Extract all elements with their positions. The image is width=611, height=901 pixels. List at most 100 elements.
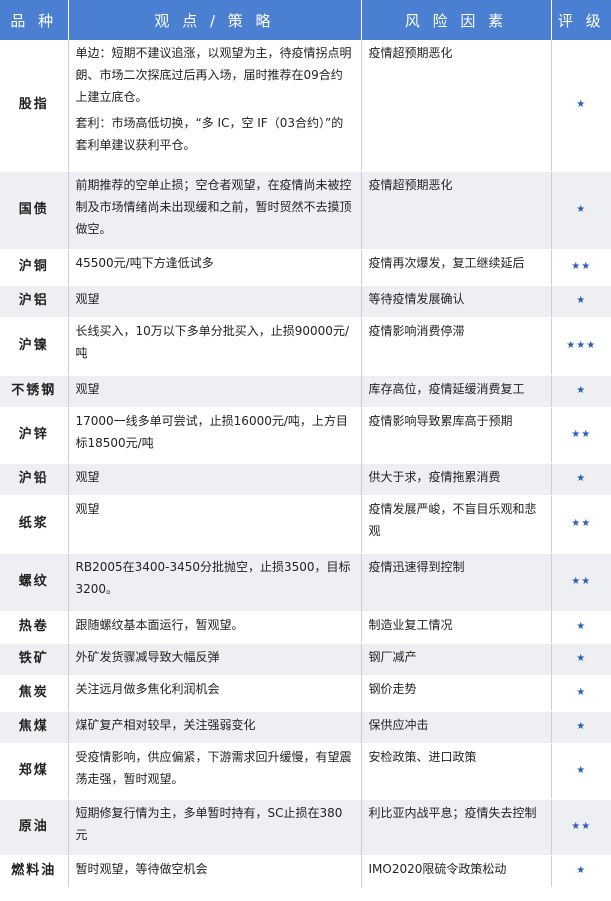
variety-name: 沪铅 xyxy=(0,463,69,496)
rating-stars: ★ xyxy=(551,743,611,800)
table-row: 燃料油 暂时观望，等待做空机会 IMO2020限硫令政策松动 ★ xyxy=(0,855,611,888)
rating-stars: ★★ xyxy=(551,407,611,464)
variety-name: 螺纹 xyxy=(0,553,69,612)
variety-name: 热卷 xyxy=(0,611,69,644)
strategy-text: 套利：市场高低切换，“多 IC，空 IF（03合约）”的套利单建议获利平仓。 xyxy=(75,116,344,152)
table-row: 郑煤 受疫情影响，供应偏紧，下游需求回升缓慢，有望震荡走强，暂时观望。 安检政策、进… xyxy=(0,743,611,800)
risk-text: IMO2020限硫令政策松动 xyxy=(361,855,552,888)
strategy-text: 煤矿复产相对较早，关注强弱变化 xyxy=(75,717,256,732)
rating-stars: ★ xyxy=(551,375,611,408)
risk-text: 疫情再次爆发，复工继续延后 xyxy=(361,249,552,286)
rating-stars: ★ xyxy=(551,40,611,172)
risk-text: 库存高位，疫情延缓消费复工 xyxy=(361,375,552,408)
table-row: 股指 单边：短期不建议追涨，以观望为主，待疫情拐点明朗、市场二次探底过后再入场，届… xyxy=(0,40,611,172)
variety-name: 沪锌 xyxy=(0,407,69,464)
header-strategy: 观 点 / 策 略 xyxy=(68,0,362,40)
variety-name: 郑煤 xyxy=(0,743,69,800)
strategy-cell: 受疫情影响，供应偏紧，下游需求回升缓慢，有望震荡走强，暂时观望。 xyxy=(68,743,362,800)
header-row: 品 种 观 点 / 策 略 风 险 因 素 评 级 xyxy=(0,0,611,40)
rating-stars: ★ xyxy=(551,285,611,318)
strategy-cell: 长线买入，10万以下多单分批买入，止损90000元/吨 xyxy=(68,317,362,376)
strategy-cell: RB2005在3400-3450分批抛空，止损3500，目标3200。 xyxy=(68,553,362,612)
rating-stars: ★ xyxy=(551,675,611,712)
strategy-text: RB2005在3400-3450分批抛空，止损3500，目标3200。 xyxy=(75,559,351,596)
variety-name: 国债 xyxy=(0,171,69,250)
variety-name: 焦炭 xyxy=(0,675,69,712)
rating-stars: ★ xyxy=(551,643,611,676)
risk-text: 钢价走势 xyxy=(361,675,552,712)
variety-name: 铁矿 xyxy=(0,643,69,676)
strategy-table: 品 种 观 点 / 策 略 风 险 因 素 评 级 股指 单边：短期不建议追涨，以… xyxy=(0,0,611,888)
strategy-text: 长线买入，10万以下多单分批买入，止损90000元/吨 xyxy=(75,323,350,360)
table-row: 螺纹 RB2005在3400-3450分批抛空，止损3500，目标3200。 疫情迅… xyxy=(0,553,611,612)
variety-name: 沪镍 xyxy=(0,317,69,376)
strategy-cell: 观望 xyxy=(68,375,362,408)
variety-name: 燃料油 xyxy=(0,855,69,888)
table-row: 不锈钢 观望 库存高位，疫情延缓消费复工 ★ xyxy=(0,375,611,408)
risk-text: 疫情影响消费停滞 xyxy=(361,317,552,376)
strategy-text: 观望 xyxy=(75,291,100,306)
risk-text: 疫情超预期恶化 xyxy=(361,171,552,250)
strategy-cell: 观望 xyxy=(68,463,362,496)
strategy-cell: 暂时观望，等待做空机会 xyxy=(68,855,362,888)
strategy-cell: 观望 xyxy=(68,285,362,318)
strategy-cell: 短期修复行情为主，多单暂时持有，SC止损在380元 xyxy=(68,799,362,856)
strategy-text: 短期修复行情为主，多单暂时持有，SC止损在380元 xyxy=(75,805,343,842)
risk-text: 疫情超预期恶化 xyxy=(361,40,552,172)
rating-stars: ★★ xyxy=(551,495,611,554)
table-row: 国债 前期推荐的空单止损；空仓者观望，在疫情尚未被控制及市场情绪尚未出现缓和之前，… xyxy=(0,171,611,250)
strategy-text: 跟随螺纹基本面运行，暂观望。 xyxy=(75,617,244,632)
risk-text: 疫情迅速得到控制 xyxy=(361,553,552,612)
header-variety: 品 种 xyxy=(0,0,69,40)
strategy-text: 观望 xyxy=(75,501,100,516)
strategy-text: 关注远月做多焦化利润机会 xyxy=(75,681,220,696)
risk-text: 等待疫情发展确认 xyxy=(361,285,552,318)
risk-text: 钢厂减产 xyxy=(361,643,552,676)
strategy-text: 观望 xyxy=(75,381,100,396)
strategy-text: 单边：短期不建议追涨，以观望为主，待疫情拐点明朗、市场二次探底过后再入场，届时推… xyxy=(75,46,352,104)
table-row: 沪铝 观望 等待疫情发展确认 ★ xyxy=(0,285,611,318)
strategy-cell: 17000一线多单可尝试，止损16000元/吨，上方目标18500元/吨 xyxy=(68,407,362,464)
strategy-text: 前期推荐的空单止损；空仓者观望，在疫情尚未被控制及市场情绪尚未出现缓和之前，暂时… xyxy=(75,177,352,236)
strategy-cell: 观望 xyxy=(68,495,362,554)
table-row: 纸浆 观望 疫情发展严峻，不盲目乐观和悲观 ★★ xyxy=(0,495,611,554)
variety-name: 焦煤 xyxy=(0,711,69,744)
table-row: 沪铜 45500元/吨下方逢低试多 疫情再次爆发，复工继续延后 ★★ xyxy=(0,249,611,286)
risk-text: 疫情发展严峻，不盲目乐观和悲观 xyxy=(361,495,552,554)
variety-name: 股指 xyxy=(0,40,69,172)
strategy-text: 观望 xyxy=(75,469,100,484)
rating-stars: ★★ xyxy=(551,249,611,286)
variety-name: 纸浆 xyxy=(0,495,69,554)
rating-stars: ★★ xyxy=(551,553,611,612)
table-body: 股指 单边：短期不建议追涨，以观望为主，待疫情拐点明朗、市场二次探底过后再入场，届… xyxy=(0,40,611,888)
table-row: 原油 短期修复行情为主，多单暂时持有，SC止损在380元 利比亚内战平息；疫情失去控… xyxy=(0,799,611,856)
strategy-cell: 煤矿复产相对较早，关注强弱变化 xyxy=(68,711,362,744)
table-row: 热卷 跟随螺纹基本面运行，暂观望。 制造业复工情况 ★ xyxy=(0,611,611,644)
rating-stars: ★ xyxy=(551,463,611,496)
rating-stars: ★ xyxy=(551,855,611,888)
strategy-cell: 45500元/吨下方逢低试多 xyxy=(68,249,362,286)
strategy-cell: 单边：短期不建议追涨，以观望为主，待疫情拐点明朗、市场二次探底过后再入场，届时推… xyxy=(68,40,362,172)
strategy-text: 受疫情影响，供应偏紧，下游需求回升缓慢，有望震荡走强，暂时观望。 xyxy=(75,749,352,786)
variety-name: 原油 xyxy=(0,799,69,856)
strategy-cell: 关注远月做多焦化利润机会 xyxy=(68,675,362,712)
strategy-text: 外矿发货骤减导致大幅反弹 xyxy=(75,649,220,664)
table-row: 沪锌 17000一线多单可尝试，止损16000元/吨，上方目标18500元/吨 疫情… xyxy=(0,407,611,464)
risk-text: 利比亚内战平息；疫情失去控制 xyxy=(361,799,552,856)
strategy-text: 45500元/吨下方逢低试多 xyxy=(75,255,214,270)
rating-stars: ★ xyxy=(551,611,611,644)
header-rating: 评 级 xyxy=(551,0,611,40)
risk-text: 制造业复工情况 xyxy=(361,611,552,644)
risk-text: 保供应冲击 xyxy=(361,711,552,744)
variety-name: 沪铜 xyxy=(0,249,69,286)
risk-text: 疫情影响导致累库高于预期 xyxy=(361,407,552,464)
strategy-text: 17000一线多单可尝试，止损16000元/吨，上方目标18500元/吨 xyxy=(75,413,348,450)
rating-stars: ★ xyxy=(551,171,611,250)
risk-text: 安检政策、进口政策 xyxy=(361,743,552,800)
rating-stars: ★ xyxy=(551,711,611,744)
strategy-cell: 前期推荐的空单止损；空仓者观望，在疫情尚未被控制及市场情绪尚未出现缓和之前，暂时… xyxy=(68,171,362,250)
table-row: 焦炭 关注远月做多焦化利润机会 钢价走势 ★ xyxy=(0,675,611,712)
table-row: 沪铅 观望 供大于求，疫情拖累消费 ★ xyxy=(0,463,611,496)
table-row: 铁矿 外矿发货骤减导致大幅反弹 钢厂减产 ★ xyxy=(0,643,611,676)
variety-name: 不锈钢 xyxy=(0,375,69,408)
